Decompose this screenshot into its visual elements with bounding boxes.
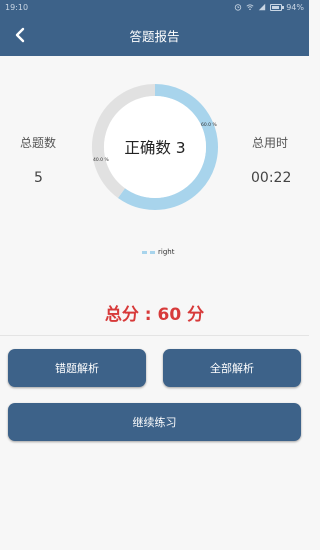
result-donut-chart: 正确数 3 60.0 % 40.0 % (90, 82, 220, 212)
continue-practice-label: 继续练习 (132, 416, 177, 429)
status-icons: 94% (234, 3, 304, 12)
alarm-icon (235, 4, 242, 11)
chart-legend: right (142, 248, 174, 256)
wrong-answers-analysis-label: 错题解析 (55, 362, 99, 375)
slice-label-wrong: 40.0 % (93, 158, 109, 163)
all-answers-analysis-button[interactable]: 全部解析 (163, 349, 301, 387)
page-title: 答题报告 (129, 28, 180, 44)
wifi-icon (246, 4, 254, 11)
total-time-label: 总用时 (252, 136, 289, 150)
total-score: 总分 : 60 分 (104, 305, 205, 325)
legend-swatch (142, 250, 147, 254)
legend-swatch (150, 250, 155, 254)
total-questions-label: 总题数 (20, 136, 57, 150)
status-time: 19:10 (5, 2, 29, 12)
signal-icon (259, 3, 266, 11)
correct-count-label: 正确数 3 (124, 139, 186, 157)
all-answers-analysis-label: 全部解析 (210, 362, 254, 375)
slice-label-correct: 60.0 % (201, 123, 217, 128)
total-time-value: 00:22 (251, 170, 292, 186)
battery-percent: 94% (286, 2, 304, 12)
divider (0, 335, 309, 336)
total-questions-value: 5 (34, 170, 43, 186)
back-button[interactable] (9, 24, 31, 46)
battery-icon (270, 3, 285, 11)
app-bar: 答题报告 (0, 14, 309, 56)
wrong-answers-analysis-button[interactable]: 错题解析 (8, 349, 146, 387)
chevron-left-icon (15, 27, 25, 43)
legend-label: right (158, 248, 175, 256)
status-bar: 19:10 94% (0, 0, 309, 14)
continue-practice-button[interactable]: 继续练习 (8, 403, 301, 441)
